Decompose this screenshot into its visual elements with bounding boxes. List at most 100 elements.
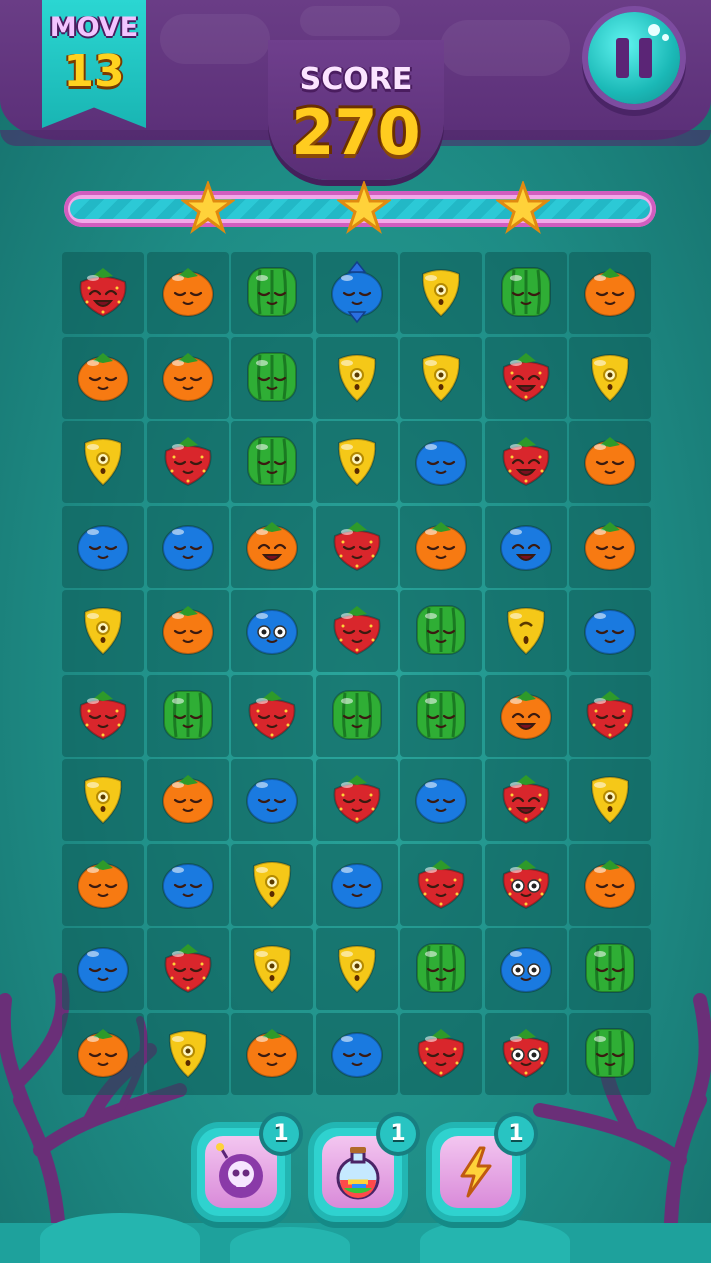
- watermelon-icon: [501, 267, 551, 317]
- board-cell[interactable]: [400, 759, 482, 841]
- board-cell[interactable]: [147, 421, 229, 503]
- blueberry-icon: [162, 525, 214, 571]
- lemon-icon: [83, 438, 123, 487]
- board-cell[interactable]: [569, 337, 651, 419]
- board-cell[interactable]: [231, 928, 313, 1010]
- board-cell[interactable]: [485, 337, 567, 419]
- board-cell[interactable]: [231, 506, 313, 588]
- board-cell[interactable]: [316, 590, 398, 672]
- booster-inner: [322, 1136, 394, 1208]
- board-cell[interactable]: [316, 337, 398, 419]
- board-cell[interactable]: [400, 252, 482, 334]
- board-cell[interactable]: [62, 844, 144, 926]
- board-cell[interactable]: [569, 252, 651, 334]
- board-cell[interactable]: [62, 1013, 144, 1095]
- orange-icon: [77, 860, 129, 909]
- board-cell[interactable]: [569, 759, 651, 841]
- board-cell[interactable]: [147, 1013, 229, 1095]
- board-cell[interactable]: [62, 675, 144, 757]
- board-cell[interactable]: [485, 421, 567, 503]
- board-cell[interactable]: [316, 1013, 398, 1095]
- board-cell[interactable]: [316, 252, 398, 334]
- watermelon-icon: [585, 1028, 635, 1078]
- strawberry-icon: [502, 1029, 550, 1079]
- board-cell[interactable]: [62, 421, 144, 503]
- board-cell[interactable]: [569, 1013, 651, 1095]
- board-cell[interactable]: [231, 1013, 313, 1095]
- board-cell[interactable]: [231, 590, 313, 672]
- strawberry-icon: [417, 1029, 465, 1079]
- board-cell[interactable]: [147, 928, 229, 1010]
- strawberry-icon: [502, 353, 550, 403]
- board-cell[interactable]: [147, 759, 229, 841]
- board-cell[interactable]: [147, 590, 229, 672]
- lemon-icon: [421, 269, 461, 318]
- pause-shine: [662, 34, 669, 41]
- board-cell[interactable]: [569, 506, 651, 588]
- board-cell[interactable]: [316, 844, 398, 926]
- strawberry-icon: [333, 775, 381, 825]
- progress-star-icon: [181, 181, 235, 234]
- board-cell[interactable]: [485, 252, 567, 334]
- lemon-icon: [252, 945, 292, 994]
- board-cell[interactable]: [62, 337, 144, 419]
- board-cell[interactable]: [569, 675, 651, 757]
- booster-inner: [440, 1136, 512, 1208]
- board-cell[interactable]: [569, 928, 651, 1010]
- orange-icon: [162, 606, 214, 655]
- board-cell[interactable]: [231, 421, 313, 503]
- skull-bomb-booster-button[interactable]: 1: [197, 1116, 299, 1216]
- board-cell[interactable]: [400, 928, 482, 1010]
- board-cell[interactable]: [316, 675, 398, 757]
- board-cell[interactable]: [400, 421, 482, 503]
- strawberry-icon: [586, 691, 634, 741]
- board-cell[interactable]: [147, 675, 229, 757]
- board-cell[interactable]: [316, 506, 398, 588]
- lightning-booster-button[interactable]: 1: [432, 1116, 534, 1216]
- board-cell[interactable]: [400, 1013, 482, 1095]
- board-cell[interactable]: [569, 590, 651, 672]
- board-cell[interactable]: [316, 759, 398, 841]
- board-cell[interactable]: [400, 590, 482, 672]
- board-cell[interactable]: [400, 337, 482, 419]
- board-cell[interactable]: [147, 506, 229, 588]
- board-cell[interactable]: [485, 928, 567, 1010]
- board-cell[interactable]: [231, 252, 313, 334]
- board-cell[interactable]: [62, 506, 144, 588]
- lightning-icon: [460, 1146, 492, 1198]
- board-cell[interactable]: [400, 844, 482, 926]
- orange-icon: [162, 775, 214, 824]
- blueberry-icon: [415, 440, 467, 486]
- board-cell[interactable]: [485, 506, 567, 588]
- board-cell[interactable]: [147, 337, 229, 419]
- board-cell[interactable]: [485, 844, 567, 926]
- watermelon-icon: [416, 605, 466, 655]
- board-cell[interactable]: [485, 590, 567, 672]
- board-cell[interactable]: [569, 421, 651, 503]
- board-cell[interactable]: [231, 337, 313, 419]
- board-cell[interactable]: [147, 252, 229, 334]
- board-cell[interactable]: [231, 844, 313, 926]
- board-cell[interactable]: [485, 1013, 567, 1095]
- board-cell[interactable]: [62, 590, 144, 672]
- board-cell[interactable]: [316, 421, 398, 503]
- board-cell[interactable]: [62, 928, 144, 1010]
- blueberry-icon: [77, 525, 129, 571]
- board-cell[interactable]: [316, 928, 398, 1010]
- board-cell[interactable]: [62, 759, 144, 841]
- board-cell[interactable]: [485, 759, 567, 841]
- board-cell[interactable]: [62, 252, 144, 334]
- board-cell[interactable]: [400, 506, 482, 588]
- strawberry-icon: [417, 860, 465, 910]
- board-cell[interactable]: [231, 675, 313, 757]
- rainbow-potion-booster-button[interactable]: 1: [314, 1116, 416, 1216]
- board-cell[interactable]: [147, 844, 229, 926]
- lemon-icon: [252, 861, 292, 910]
- board-cell[interactable]: [231, 759, 313, 841]
- board-cell[interactable]: [485, 675, 567, 757]
- board-cell[interactable]: [400, 675, 482, 757]
- pause-button[interactable]: [588, 12, 680, 104]
- orange-icon: [77, 353, 129, 402]
- board-cell[interactable]: [569, 844, 651, 926]
- strawberry-icon: [164, 437, 212, 487]
